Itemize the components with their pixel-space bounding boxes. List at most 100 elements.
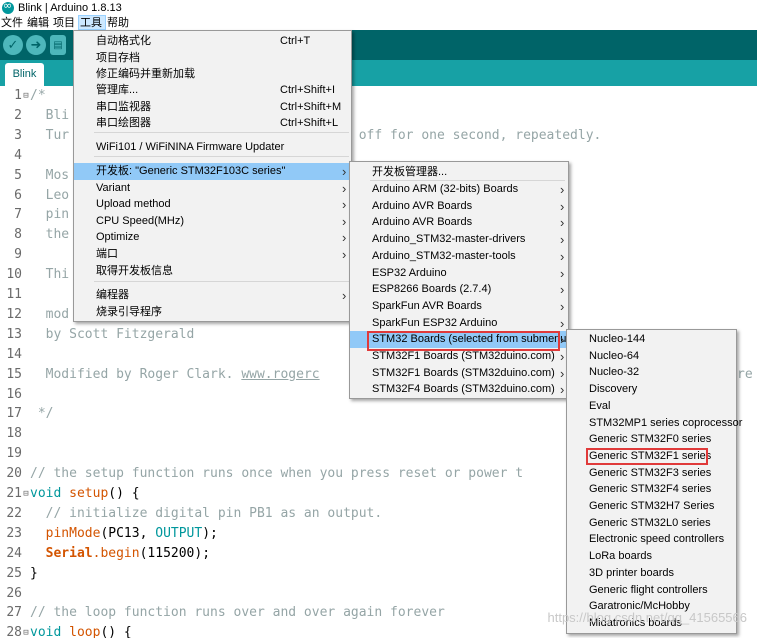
- highlight-box: [586, 448, 708, 465]
- stm32-board-item[interactable]: Discovery: [567, 381, 736, 398]
- board-package-item[interactable]: Arduino_STM32-master-drivers ›: [350, 231, 568, 248]
- chevron-right-icon: ›: [342, 230, 347, 245]
- menu-item-label: Nucleo-144: [589, 333, 646, 345]
- tools-menu-item[interactable]: 烧录引导程序: [74, 304, 351, 321]
- new-sketch-button[interactable]: ▤: [50, 35, 66, 55]
- class-serial: Serial: [45, 545, 93, 561]
- menu-tools[interactable]: 工具: [78, 15, 106, 30]
- code-text: void loop() {: [30, 623, 132, 638]
- stm32-board-item[interactable]: Nucleo-32: [567, 364, 736, 381]
- menu-item-label: Eval: [589, 399, 611, 412]
- tools-menu-item[interactable]: Variant ›: [74, 180, 351, 197]
- board-package-item[interactable]: SparkFun AVR Boards ›: [350, 298, 568, 315]
- chevron-right-icon: ›: [342, 247, 347, 262]
- verify-button[interactable]: ✓: [3, 35, 23, 55]
- tools-menu-item[interactable]: 取得开发板信息: [74, 263, 351, 280]
- keyword-void: void: [30, 625, 62, 638]
- menu-edit[interactable]: 编辑: [26, 15, 52, 30]
- code-punct: () {: [100, 625, 132, 638]
- tools-menu-item[interactable]: 自动格式化 Ctrl+T: [74, 33, 351, 50]
- menu-item-label: Generic STM32F3 series: [589, 466, 712, 479]
- menu-item-label: Variant: [96, 182, 131, 194]
- tools-menu-item[interactable]: WiFi101 / WiFiNINA Firmware Updater: [74, 139, 351, 156]
- tools-menu-item[interactable]: 串口监视器 Ctrl+Shift+M: [74, 99, 351, 116]
- board-package-item[interactable]: ESP32 Arduino ›: [350, 265, 568, 282]
- menu-item-label: 管理库...: [96, 84, 139, 96]
- stm32-board-item[interactable]: Nucleo-144: [567, 331, 736, 348]
- keyword-void: void: [30, 486, 62, 501]
- stm32-board-item[interactable]: Electronic speed controllers: [567, 531, 736, 548]
- menu-separator: [94, 156, 349, 157]
- stm32-board-item[interactable]: Eval: [567, 398, 736, 415]
- menu-item-label: 编程器: [96, 289, 129, 301]
- board-package-item[interactable]: STM32F4 Boards (STM32duino.com) ›: [350, 381, 568, 398]
- boards-submenu: 开发板管理器... Arduino ARM (32-bits) Boards › Ar…: [349, 161, 570, 399]
- line-number: 17: [6, 406, 22, 422]
- line-number: 7: [14, 207, 22, 223]
- code-text: // initialize digital pin PB1 as an outp…: [30, 504, 383, 524]
- menu-sketch[interactable]: 项目: [52, 15, 78, 30]
- line-number: 27: [6, 605, 22, 621]
- board-package-item[interactable]: Arduino ARM (32-bits) Boards ›: [350, 181, 568, 198]
- menu-item-shortcut: Ctrl+T: [280, 35, 311, 47]
- board-package-item[interactable]: 开发板管理器...: [350, 164, 568, 181]
- code-text: // the loop function runs over and over …: [30, 603, 445, 623]
- code-text: the: [30, 225, 70, 245]
- tab-blink[interactable]: Blink: [5, 63, 44, 86]
- tools-menu-item[interactable]: 管理库... Ctrl+Shift+I: [74, 82, 351, 99]
- menu-item-label: LoRa boards: [589, 550, 652, 563]
- menu-file[interactable]: 文件: [0, 15, 26, 30]
- tools-menu-item[interactable]: Optimize ›: [74, 229, 351, 246]
- stm32-board-item[interactable]: STM32MP1 series coprocessor: [567, 415, 742, 432]
- tools-menu-item[interactable]: Upload method ›: [74, 196, 351, 213]
- stm32-board-item[interactable]: Generic STM32L0 series: [567, 515, 736, 532]
- chevron-right-icon: ›: [560, 282, 565, 298]
- line-number: 22: [6, 505, 22, 521]
- fold-marker: ⊟: [23, 91, 29, 101]
- tools-menu-item[interactable]: CPU Speed(MHz) ›: [74, 213, 351, 230]
- line-number: 12: [6, 306, 22, 322]
- stm32-board-item[interactable]: LoRa boards: [567, 548, 736, 565]
- tools-menu-item[interactable]: 项目存档: [74, 50, 351, 67]
- stm32-board-item[interactable]: Generic STM32F0 series: [567, 431, 736, 448]
- menu-item-label: Electronic speed controllers: [589, 533, 725, 546]
- board-package-item[interactable]: Arduino AVR Boards ›: [350, 198, 568, 215]
- stm32-board-item[interactable]: 3D printer boards: [567, 565, 736, 582]
- chevron-right-icon: ›: [560, 382, 565, 398]
- upload-button[interactable]: ➜: [26, 35, 46, 55]
- checkmark-icon: ✓: [7, 37, 19, 53]
- board-package-item[interactable]: SparkFun ESP32 Arduino ›: [350, 315, 568, 332]
- board-package-item[interactable]: Arduino_STM32-master-tools ›: [350, 248, 568, 265]
- tools-menu-item[interactable]: 串口绘图器 Ctrl+Shift+L: [74, 115, 351, 132]
- menu-item-label: 端口: [96, 248, 118, 260]
- tools-menu-item[interactable]: 开发板: "Generic STM32F103C series" ›: [74, 163, 351, 180]
- chevron-right-icon: ›: [342, 214, 347, 229]
- line-number: 11: [6, 287, 22, 302]
- menu-item-label: ESP32 Arduino: [372, 266, 447, 279]
- stm32-board-item[interactable]: Generic flight controllers: [567, 582, 736, 599]
- menu-item-label: Generic STM32F0 series: [589, 433, 712, 446]
- board-package-item[interactable]: Arduino AVR Boards ›: [350, 214, 568, 231]
- menu-item-label: ESP8266 Boards (2.7.4): [372, 283, 492, 296]
- highlight-box: [367, 331, 560, 351]
- stm32-board-item[interactable]: Generic STM32F3 series: [567, 465, 736, 482]
- line-number: 23: [6, 525, 22, 541]
- stm32-board-item[interactable]: Generic STM32F4 series: [567, 481, 736, 498]
- tools-menu-item[interactable]: 修正编码并重新加载: [74, 66, 351, 83]
- stm32-board-item[interactable]: Nucleo-64: [567, 348, 736, 365]
- menu-item-label: Arduino_STM32-master-drivers: [372, 233, 526, 246]
- line-number: 10: [6, 267, 22, 283]
- function-loop: loop: [69, 625, 101, 638]
- code-text: by Scott Fitzgerald: [30, 325, 195, 345]
- code-text: // the setup function runs once when you…: [30, 464, 523, 484]
- line-number: 18: [6, 426, 22, 442]
- board-package-item[interactable]: STM32F1 Boards (STM32duino.com) ›: [350, 365, 568, 382]
- menu-help[interactable]: 帮助: [106, 15, 132, 30]
- tools-menu-item[interactable]: 编程器 ›: [74, 287, 351, 304]
- stm32-board-item[interactable]: Generic STM32H7 Series: [567, 498, 736, 515]
- board-package-item[interactable]: ESP8266 Boards (2.7.4) ›: [350, 281, 568, 298]
- tools-menu-item[interactable]: 端口 ›: [74, 246, 351, 263]
- stm32-boards-submenu: Nucleo-144 Nucleo-64 Nucleo-32 Discovery Eva…: [566, 329, 742, 634]
- chevron-right-icon: ›: [560, 315, 565, 331]
- menu-item-label: STM32F4 Boards (STM32duino.com): [372, 383, 555, 396]
